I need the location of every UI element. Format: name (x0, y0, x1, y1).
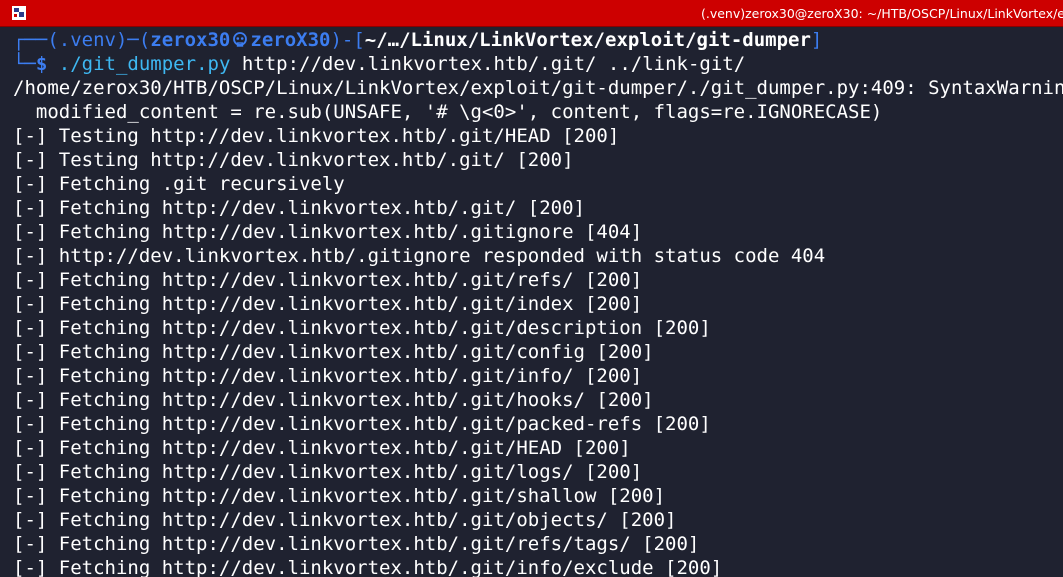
prompt-line-command: └─$ ./git_dumper.py http://dev.linkvorte… (13, 52, 745, 76)
prompt-close-bracket: ] (810, 29, 823, 51)
prompt-dollar: $ (35, 53, 48, 75)
prompt-separator: )─( (115, 29, 151, 51)
window-title: (.venv)zerox30@zeroX30: ~/HTB/OSCP/Linux… (700, 6, 1063, 21)
prompt-path: ~/…/Linux/LinkVortex/exploit/git-dumper (364, 29, 811, 51)
output-line: [-] Fetching http://dev.linkvortex.htb/.… (13, 293, 643, 315)
output-line: [-] http://dev.linkvortex.htb/.gitignore… (13, 245, 826, 267)
command-name: ./git_dumper.py (58, 53, 231, 75)
output-line: [-] Testing http://dev.linkvortex.htb/.g… (13, 149, 574, 171)
prompt-host: zeroX30 (250, 29, 331, 51)
terminal-output[interactable]: ┌──(.venv)─(zerox30 zeroX30)-[~/…/Linux/L… (0, 28, 1063, 577)
output-line: [-] Fetching http://dev.linkvortex.htb/.… (13, 461, 643, 483)
output-line: [-] Fetching http://dev.linkvortex.htb/.… (13, 533, 700, 555)
prompt-separator-2: )-[ (330, 29, 365, 51)
output-line: modified_content = re.sub(UNSAFE, '# \g<… (13, 101, 883, 123)
terminal-window: (.venv)zerox30@zeroX30: ~/HTB/OSCP/Linux… (0, 0, 1063, 577)
prompt-venv: .venv (58, 29, 116, 51)
output-line: [-] Testing http://dev.linkvortex.htb/.g… (13, 125, 620, 147)
prompt-corner-bottom: └─ (13, 53, 36, 75)
output-line: [-] Fetching http://dev.linkvortex.htb/.… (13, 365, 643, 387)
kali-skull-icon (233, 32, 248, 47)
terminal-app-icon[interactable] (12, 6, 26, 20)
output-line: [-] Fetching http://dev.linkvortex.htb/.… (13, 269, 643, 291)
output-line: [-] Fetching http://dev.linkvortex.htb/.… (13, 341, 654, 363)
output-line: [-] Fetching http://dev.linkvortex.htb/.… (13, 221, 643, 243)
title-bar[interactable]: (.venv)zerox30@zeroX30: ~/HTB/OSCP/Linux… (0, 0, 1063, 27)
output-line: /home/zerox30/HTB/OSCP/Linux/LinkVortex/… (13, 77, 1063, 99)
output-line: [-] Fetching http://dev.linkvortex.htb/.… (13, 509, 677, 531)
output-line: [-] Fetching .git recursively (13, 173, 345, 195)
prompt-line-top: ┌──(.venv)─(zerox30 zeroX30)-[~/…/Linux/L… (13, 28, 822, 52)
output-line: [-] Fetching http://dev.linkvortex.htb/.… (13, 557, 723, 577)
output-line: [-] Fetching http://dev.linkvortex.htb/.… (13, 437, 631, 459)
output-line: [-] Fetching http://dev.linkvortex.htb/.… (13, 197, 585, 219)
command-args: http://dev.linkvortex.htb/.git/ ../link-… (241, 53, 746, 75)
output-line: [-] Fetching http://dev.linkvortex.htb/.… (13, 485, 666, 507)
output-line: [-] Fetching http://dev.linkvortex.htb/.… (13, 317, 711, 339)
prompt-user: zerox30 (150, 29, 231, 51)
output-line: [-] Fetching http://dev.linkvortex.htb/.… (13, 413, 711, 435)
output-line: [-] Fetching http://dev.linkvortex.htb/.… (13, 389, 654, 411)
prompt-corner-top: ┌──( (13, 29, 59, 51)
